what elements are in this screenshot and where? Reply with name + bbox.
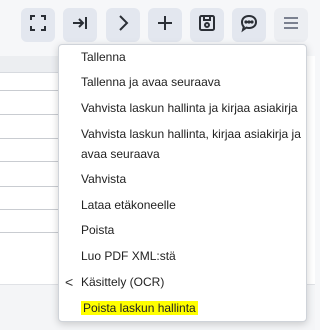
menu-item-label: Vahvista bbox=[81, 172, 127, 186]
plus-icon bbox=[155, 13, 175, 38]
fullscreen-icon bbox=[28, 13, 48, 38]
menu-item-label: Vahvista laskun hallinta, kirjaa asiakir… bbox=[81, 127, 301, 161]
arrow-right-to-line-icon bbox=[70, 13, 90, 38]
menu-item-ocr-processing[interactable]: < Käsittely (OCR) bbox=[59, 272, 306, 296]
menu-item-label: Tallenna bbox=[81, 50, 126, 64]
menu-item-save[interactable]: Tallenna bbox=[59, 47, 306, 71]
chevron-left-icon: < bbox=[65, 274, 74, 290]
actions-menu: Tallenna Tallenna ja avaa seuraava Vahvi… bbox=[58, 44, 307, 322]
menu-item-label: Lataa etäkoneelle bbox=[81, 198, 176, 212]
menu-item-create-pdf[interactable]: Luo PDF XML:stä bbox=[59, 246, 306, 270]
save-icon bbox=[197, 13, 217, 38]
menu-item-confirm-and-post[interactable]: Vahvista laskun hallinta ja kirjaa asiak… bbox=[59, 98, 306, 122]
menu-item-delete[interactable]: Poista bbox=[59, 220, 306, 244]
menu-item-remove-invoice-handling[interactable]: Poista laskun hallinta bbox=[59, 298, 306, 322]
highlighted-text: Poista laskun hallinta bbox=[81, 301, 198, 315]
menu-item-confirm-post-open-next[interactable]: Vahvista laskun hallinta, kirjaa asiakir… bbox=[59, 124, 306, 164]
add-button[interactable] bbox=[148, 8, 182, 42]
hamburger-icon bbox=[281, 13, 301, 38]
fullscreen-button[interactable] bbox=[21, 8, 55, 42]
comment-icon bbox=[239, 13, 259, 38]
save-button[interactable] bbox=[190, 8, 224, 42]
next-button[interactable] bbox=[106, 8, 140, 42]
comment-button[interactable] bbox=[232, 8, 266, 42]
menu-item-save-and-open-next[interactable]: Tallenna ja avaa seuraava bbox=[59, 72, 306, 96]
menu-item-label: Luo PDF XML:stä bbox=[81, 249, 176, 263]
next-to-end-button[interactable] bbox=[63, 8, 97, 42]
chevron-right-icon bbox=[113, 13, 133, 38]
menu-item-confirm[interactable]: Vahvista bbox=[59, 169, 306, 193]
menu-item-download[interactable]: Lataa etäkoneelle bbox=[59, 195, 306, 219]
menu-item-label: Vahvista laskun hallinta ja kirjaa asiak… bbox=[81, 101, 298, 115]
menu-item-label: Tallenna ja avaa seuraava bbox=[81, 75, 221, 89]
menu-item-label: Käsittely (OCR) bbox=[81, 275, 165, 289]
menu-button[interactable] bbox=[274, 8, 308, 42]
menu-item-label: Poista bbox=[81, 223, 115, 237]
menu-item-label: Poista laskun hallinta bbox=[81, 298, 301, 318]
